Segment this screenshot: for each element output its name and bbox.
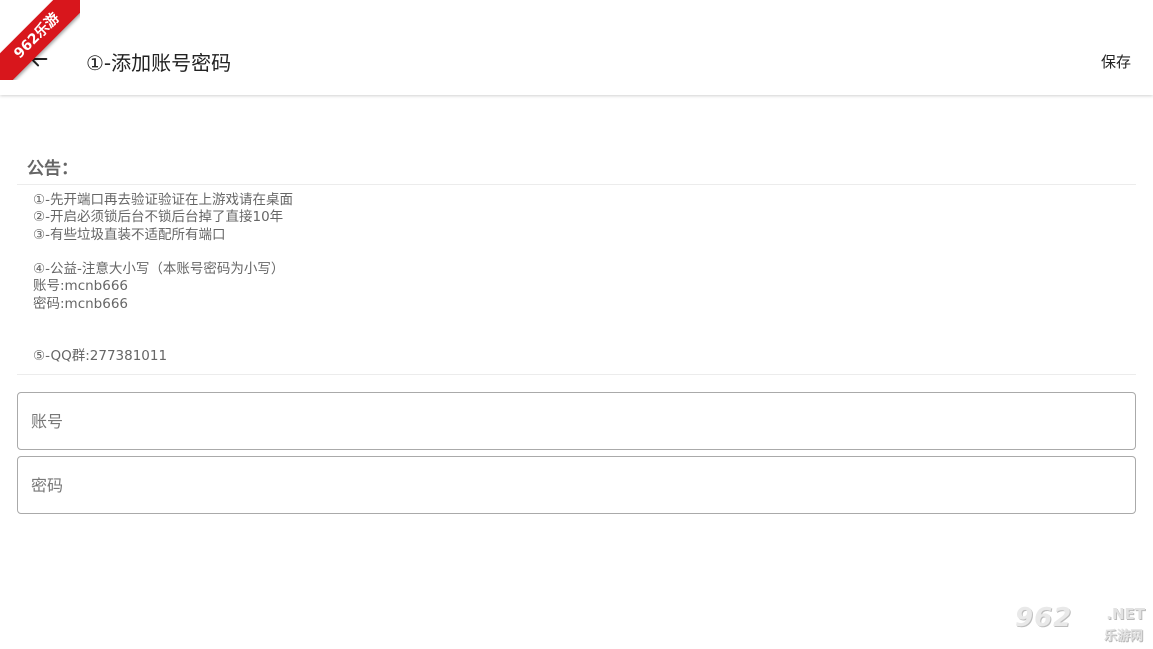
notice-line: ⑤-QQ群:277381011 [33,347,168,364]
save-button[interactable]: 保存 [1101,51,1131,72]
account-input[interactable] [18,393,1135,449]
arrow-left-icon [30,51,48,67]
logo-main-text: 962 [1015,603,1073,633]
notice-body: ①-先开端口再去验证验证在上游戏请在桌面 ②-开启必须锁后台不锁后台掉了直接10… [33,192,293,365]
notice-line [33,313,293,330]
notice-line: ③-有些垃圾直装不适配所有端口 [33,226,226,243]
notice-line: ④-公益-注意大小写（本账号密码为小写） [33,261,285,278]
notice-line [33,330,293,347]
page-title: ①-添加账号密码 [86,51,232,75]
notice-line: 密码:mcnb666 [33,295,129,312]
site-logo-watermark: 962 .NET 乐游网 [1015,603,1147,644]
back-button[interactable] [22,42,56,76]
notice-line: ②-开启必须锁后台不锁后台掉了直接10年 [33,209,284,226]
notice-line [33,244,293,261]
notice-divider-top [17,184,1136,185]
notice-divider-bottom [17,374,1136,375]
logo-net-text: .NET [1106,605,1145,623]
notice-title: 公告： [27,159,78,179]
notice-line: 账号:mcnb666 [33,278,129,295]
app-bar: ①-添加账号密码 保存 [0,0,1153,95]
logo-sub-text: 乐游网 [1103,629,1143,644]
account-field [17,392,1136,450]
notice-line: ①-先开端口再去验证验证在上游戏请在桌面 [33,192,293,208]
password-field [17,456,1136,514]
password-input[interactable] [18,457,1135,513]
